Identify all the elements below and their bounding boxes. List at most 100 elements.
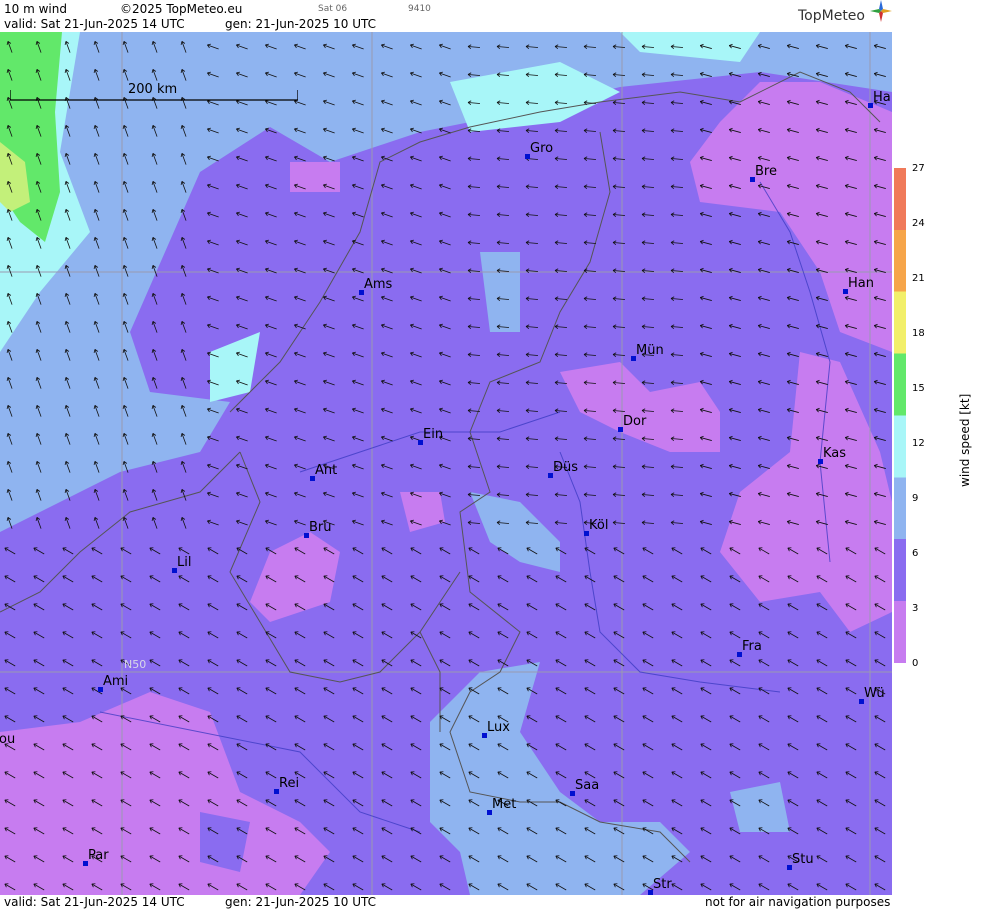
- wind-arrow: [497, 855, 509, 863]
- topmeteo-logo[interactable]: TopMeteo: [798, 0, 892, 24]
- legend-tick-label: 9: [912, 493, 919, 504]
- wind-arrow: [91, 799, 103, 807]
- wind-arrow: [671, 631, 683, 639]
- wind-arrow: [845, 715, 857, 723]
- wind-arrow: [265, 575, 277, 583]
- wind-arrow: [151, 209, 158, 221]
- wind-arrow: [265, 603, 277, 611]
- city-label: Par: [88, 848, 109, 863]
- wind-arrow: [381, 687, 393, 695]
- wind-arrow: [671, 547, 683, 555]
- wind-arrow: [845, 883, 857, 891]
- wind-arrow: [555, 547, 567, 555]
- wind-arrow: [439, 519, 451, 526]
- wind-arrow: [265, 743, 277, 751]
- wind-arrow: [207, 43, 219, 50]
- wind-arrow: [294, 519, 306, 526]
- wind-arrow: [815, 379, 828, 385]
- wind-arrow: [670, 352, 684, 358]
- wind-arrow: [555, 659, 567, 667]
- footer-valid: valid: Sat 21-Jun-2025 14 UTC: [4, 895, 185, 909]
- wind-arrow: [467, 100, 481, 106]
- wind-arrow: [120, 603, 132, 611]
- wind-arrow: [410, 127, 422, 134]
- city-label: Bru: [309, 520, 332, 535]
- wind-arrow: [93, 69, 100, 81]
- legend-color-bar: [894, 168, 906, 663]
- wind-arrow: [642, 603, 654, 611]
- wind-arrow: [294, 603, 306, 611]
- wind-arrow: [62, 827, 74, 835]
- wind-arrow: [4, 547, 16, 555]
- wind-arrow: [149, 659, 161, 667]
- wind-arrow: [671, 771, 683, 779]
- compass-logo-icon: [870, 0, 892, 22]
- wind-arrow: [845, 603, 857, 611]
- wind-arrow: [265, 687, 277, 695]
- wind-arrow: [670, 240, 684, 246]
- wind-arrow: [700, 631, 712, 639]
- wind-arrow: [526, 771, 538, 779]
- wind-arrow: [787, 715, 799, 723]
- wind-arrow: [35, 125, 42, 137]
- wind-arrow: [467, 44, 481, 50]
- wind-arrow: [816, 715, 828, 723]
- wind-arrow: [525, 240, 539, 246]
- wind-arrow: [62, 547, 74, 555]
- wind-arrow: [670, 268, 684, 274]
- wind-arrow: [555, 603, 567, 611]
- wind-map[interactable]: 200 km N50 Gro Bre Ha Ams Han Mün Dor Ein Kas Ant…: [0, 32, 892, 895]
- wind-arrow: [207, 547, 219, 555]
- city-label: Ams: [364, 277, 393, 292]
- wind-arrow: [728, 379, 741, 385]
- wind-arrow: [641, 492, 655, 498]
- valid-time: valid: Sat 21-Jun-2025 14 UTC: [4, 17, 185, 31]
- wind-arrow: [91, 631, 103, 639]
- wind-arrow: [844, 295, 857, 301]
- wind-arrow: [728, 43, 741, 49]
- wind-arrow: [33, 659, 45, 667]
- wind-arrow: [294, 463, 306, 470]
- wind-arrow: [874, 659, 886, 667]
- wind-arrow: [294, 659, 306, 667]
- wind-arrow: [410, 687, 422, 695]
- wind-arrow: [728, 155, 741, 161]
- wind-arrow: [93, 321, 100, 333]
- wind-arrow: [728, 491, 741, 497]
- wind-arrow: [323, 127, 335, 134]
- wind-arrow: [381, 43, 393, 50]
- wind-arrow: [758, 603, 770, 611]
- wind-arrow: [35, 517, 42, 529]
- wind-arrow: [265, 183, 277, 190]
- wind-arrow: [4, 883, 16, 891]
- wind-arrow: [786, 71, 799, 77]
- wind-arrow: [583, 464, 597, 470]
- wind-arrow: [265, 295, 277, 302]
- wind-arrow: [410, 379, 422, 386]
- wind-arrow: [729, 799, 741, 807]
- wind-arrow: [4, 855, 16, 863]
- wind-arrow: [786, 43, 799, 49]
- wind-arrow: [410, 295, 422, 302]
- wind-arrow: [873, 351, 886, 357]
- wind-arrow: [381, 155, 393, 162]
- wind-arrow: [91, 743, 103, 751]
- wind-arrow: [122, 237, 129, 249]
- city-label: Met: [492, 797, 517, 812]
- wind-arrow: [265, 407, 277, 414]
- wind-arrow: [236, 771, 248, 779]
- wind-arrow: [699, 519, 712, 525]
- wind-arrow: [583, 156, 597, 162]
- wind-arrow: [265, 239, 277, 246]
- wind-arrow: [496, 156, 510, 162]
- wind-arrow: [467, 492, 481, 498]
- wind-arrow: [352, 547, 364, 555]
- wind-arrow: [496, 464, 510, 470]
- wind-arrow: [670, 436, 684, 442]
- wind-arrow: [35, 293, 42, 305]
- wind-arrow: [178, 575, 190, 583]
- wind-arrow: [6, 405, 13, 417]
- wind-arrow: [526, 631, 538, 639]
- wind-arrow: [816, 547, 828, 555]
- wind-arrow: [93, 517, 100, 529]
